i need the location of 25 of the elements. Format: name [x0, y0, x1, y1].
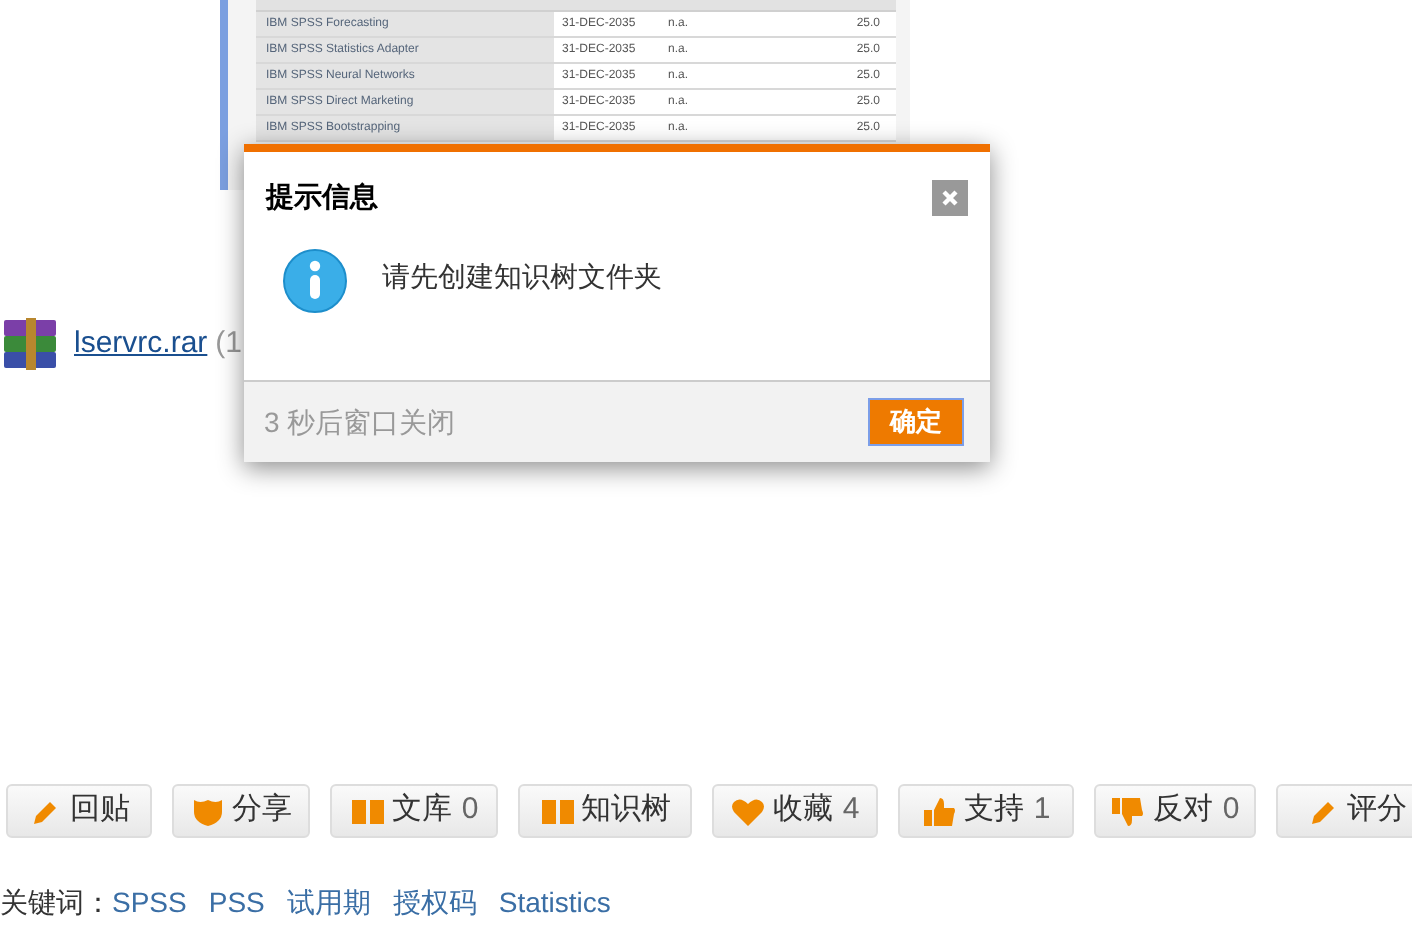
close-icon [940, 187, 960, 207]
info-icon [282, 248, 348, 314]
thumbs-up-icon [921, 793, 958, 829]
dialog-message: 请先创建知识树文件夹 [382, 258, 662, 296]
action-button[interactable]: 评分 [1276, 784, 1412, 838]
action-button[interactable]: 分享 [172, 784, 310, 838]
close-button[interactable] [932, 179, 968, 215]
countdown-text: 3 秒后窗口关闭 [264, 403, 456, 441]
action-button[interactable]: 收藏 4 [712, 784, 878, 838]
dialog-title: 提示信息 [266, 178, 378, 216]
action-button[interactable]: 反对 0 [1094, 784, 1256, 838]
action-button[interactable]: 回贴 [6, 784, 152, 838]
keywords-label: 关键词： [0, 884, 112, 922]
keyword-link[interactable]: Statistics [498, 882, 611, 924]
attachment-link[interactable]: lservrc.rar [74, 321, 208, 367]
action-button[interactable]: 知识树 [518, 784, 692, 838]
keyword-link[interactable]: PSS [208, 882, 265, 924]
keyword-link[interactable]: 试用期 [286, 882, 371, 924]
file-size: (1 [215, 323, 243, 364]
heart-icon [730, 793, 767, 829]
action-button[interactable]: 文库 0 [330, 784, 498, 838]
action-button[interactable]: 支持 1 [898, 784, 1074, 838]
keyword-link[interactable]: SPSS [112, 882, 187, 924]
thumbs-down-icon [1110, 793, 1147, 829]
keyword-link[interactable]: 授权码 [392, 882, 477, 924]
